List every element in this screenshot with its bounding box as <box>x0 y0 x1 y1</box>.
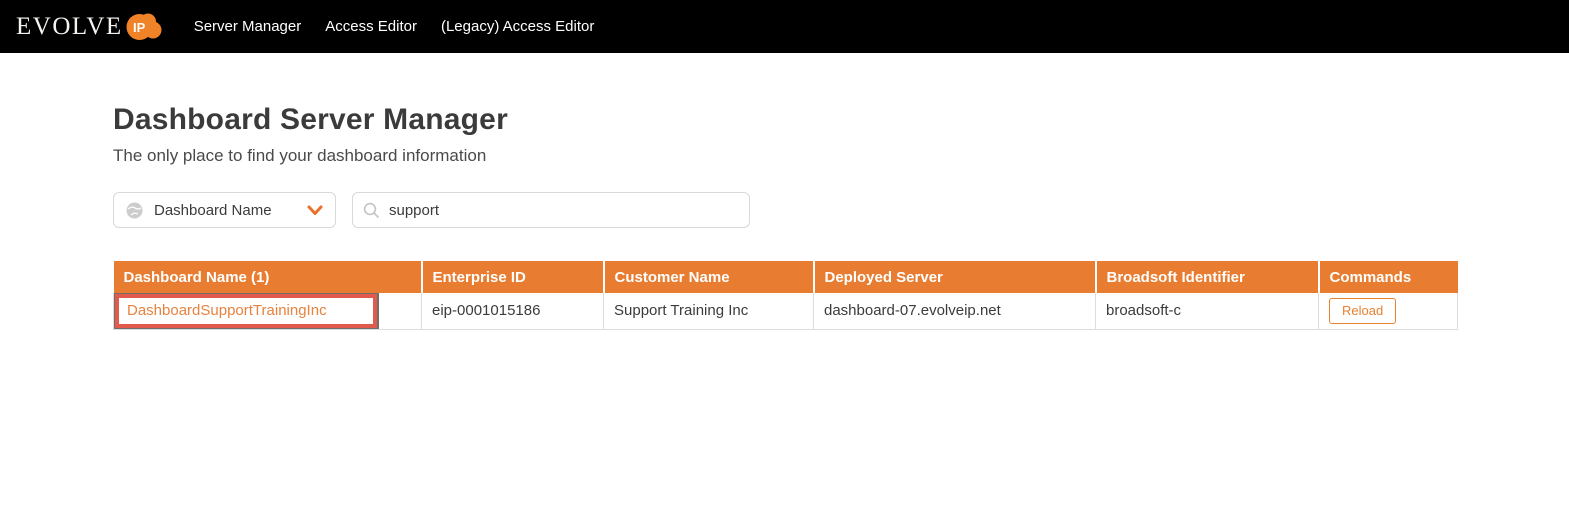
column-header-broadsoft-identifier[interactable]: Broadsoft Identifier <box>1096 261 1319 293</box>
chevron-down-icon <box>307 205 323 216</box>
cell-broadsoft-identifier: broadsoft-c <box>1096 293 1319 329</box>
dashboard-name-link[interactable]: DashboardSupportTrainingInc <box>127 302 327 319</box>
cell-dashboard-name: DashboardSupportTrainingInc <box>114 293 422 329</box>
cell-deployed-server: dashboard-07.evolveip.net <box>814 293 1096 329</box>
column-header-enterprise-id[interactable]: Enterprise ID <box>422 261 604 293</box>
search-icon <box>363 202 380 219</box>
click-highlight-annotation: DashboardSupportTrainingInc <box>115 294 377 328</box>
search-field-dropdown-value: Dashboard Name <box>154 202 307 219</box>
nav-item-access-editor[interactable]: Access Editor <box>313 0 429 53</box>
cell-commands: Reload <box>1319 293 1458 329</box>
search-input[interactable] <box>389 202 739 219</box>
top-navigation-bar: EVOLVE IP Server Manager Access Editor (… <box>0 0 1569 53</box>
column-header-deployed-server[interactable]: Deployed Server <box>814 261 1096 293</box>
reload-button[interactable]: Reload <box>1329 298 1396 324</box>
evolveip-cloud-icon: IP <box>126 12 162 46</box>
search-field-dropdown[interactable]: Dashboard Name <box>113 192 336 228</box>
dashboard-table: Dashboard Name (1) Enterprise ID Custome… <box>113 261 1458 330</box>
nav-item-legacy-access-editor[interactable]: (Legacy) Access Editor <box>429 0 606 53</box>
column-header-customer-name[interactable]: Customer Name <box>604 261 814 293</box>
globe-icon <box>126 202 143 219</box>
filter-row: Dashboard Name <box>113 192 1569 228</box>
table-header-row: Dashboard Name (1) Enterprise ID Custome… <box>114 261 1458 293</box>
nav-item-server-manager[interactable]: Server Manager <box>182 0 314 53</box>
cell-customer-name: Support Training Inc <box>604 293 814 329</box>
nav-menu: Server Manager Access Editor (Legacy) Ac… <box>182 0 607 53</box>
evolve-wordmark: EVOLVE <box>16 13 123 41</box>
column-header-dashboard-name[interactable]: Dashboard Name (1) <box>114 261 422 293</box>
column-header-commands[interactable]: Commands <box>1319 261 1458 293</box>
search-box <box>352 192 750 228</box>
page-title: Dashboard Server Manager <box>113 103 1569 137</box>
page-subtitle: The only place to find your dashboard in… <box>113 146 1569 166</box>
evolveip-logo[interactable]: EVOLVE IP <box>16 10 162 44</box>
cell-enterprise-id: eip-0001015186 <box>422 293 604 329</box>
table-row: DashboardSupportTrainingInc eip-00010151… <box>114 293 1458 329</box>
main-content: Dashboard Server Manager The only place … <box>0 53 1569 330</box>
svg-text:IP: IP <box>133 20 146 35</box>
